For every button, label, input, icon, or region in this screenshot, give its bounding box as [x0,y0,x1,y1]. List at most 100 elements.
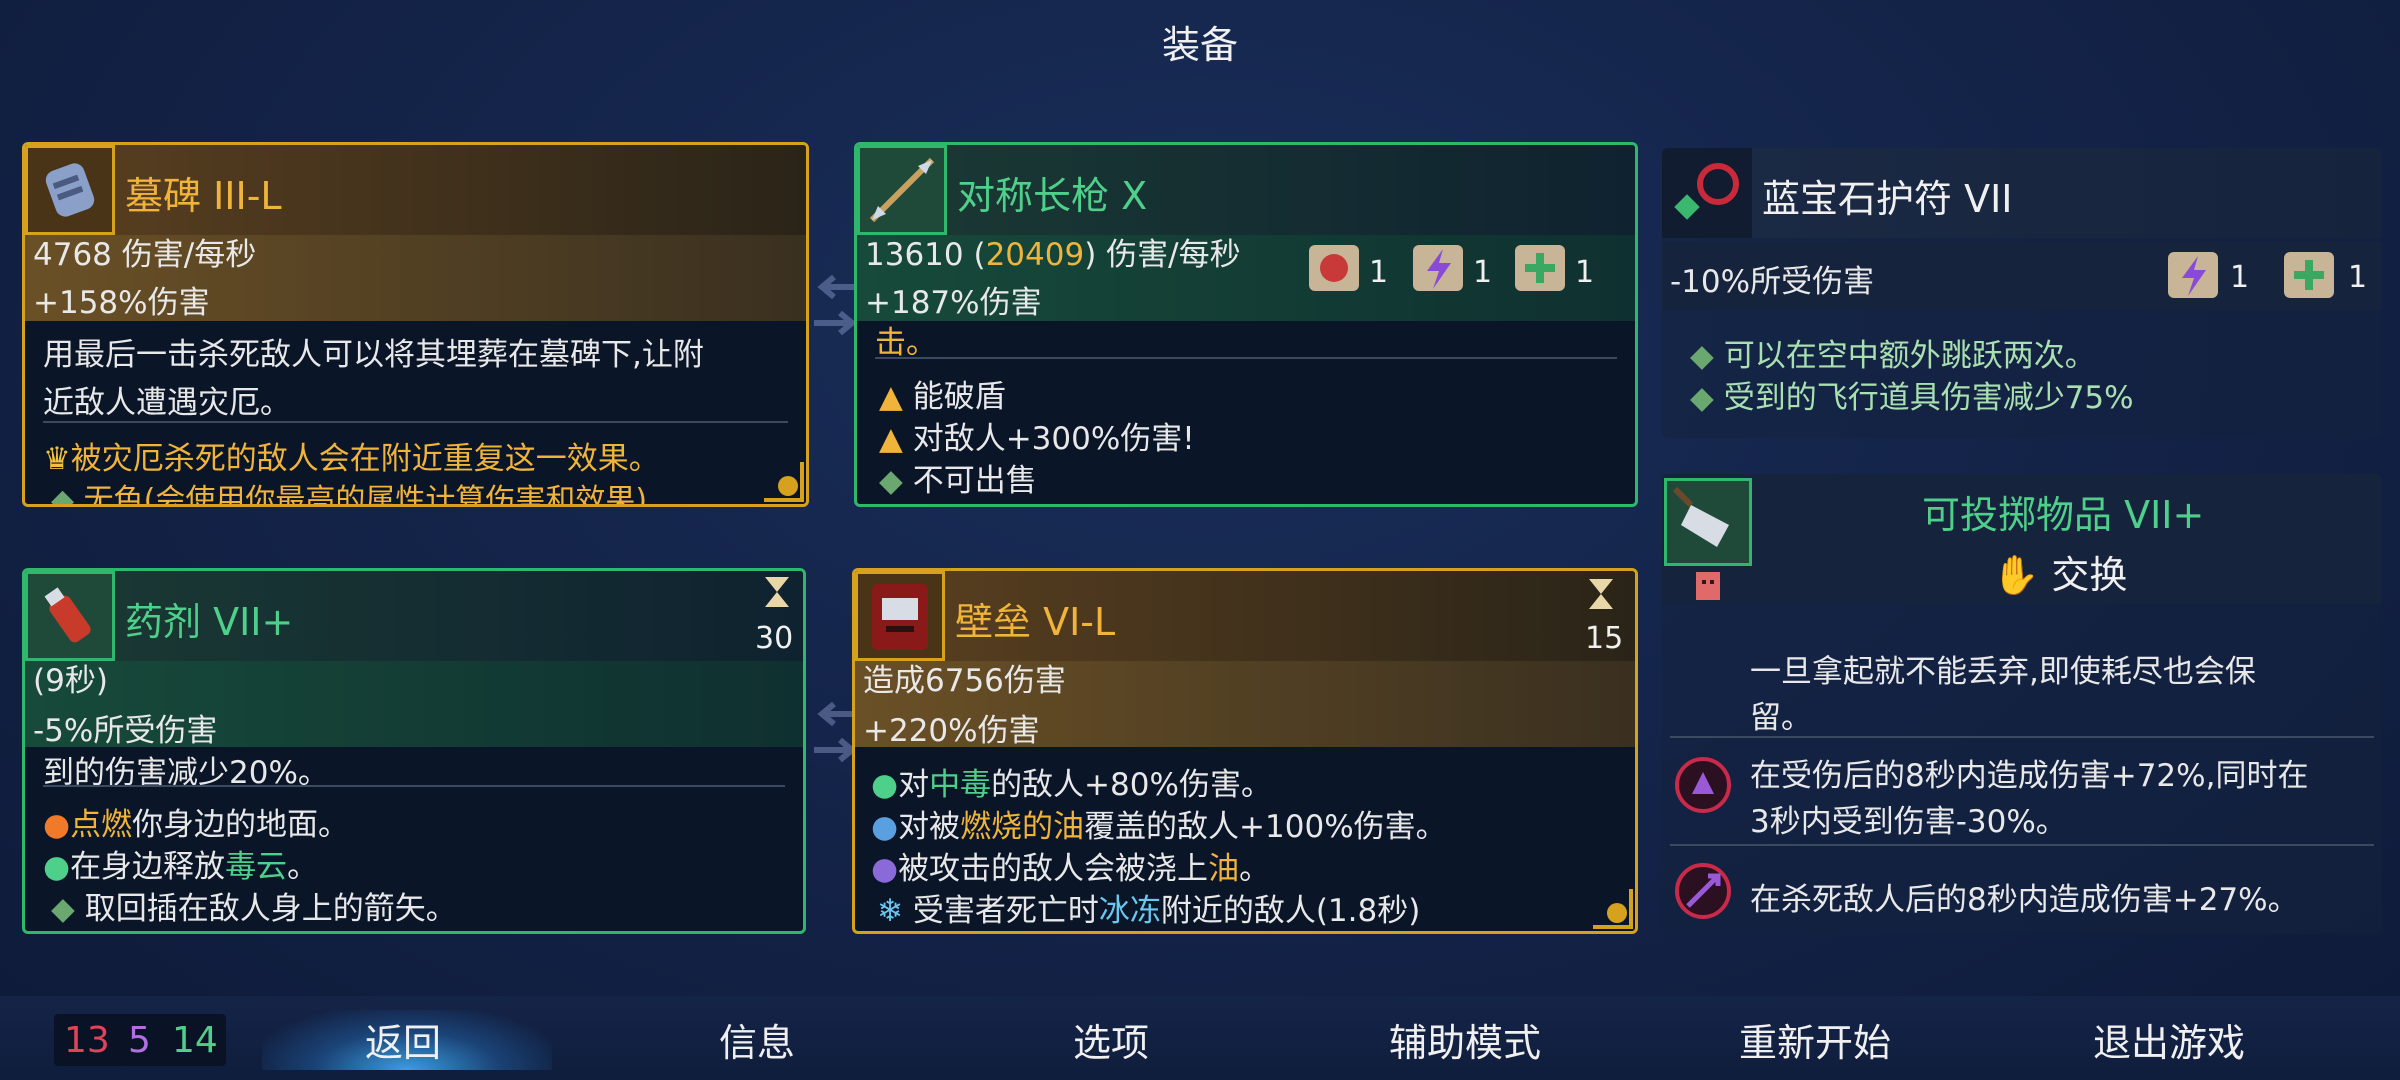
tactics-count: 5 [128,1020,151,1061]
perk-line: 3秒内受到伤害-30%。 [1750,804,2067,840]
item-card-potion[interactable]: 药剂 VII+ 30 (9秒) -5%所受伤害 到的伤害减少20%。 ●点燃你身… [22,568,806,934]
legendary-corner-icon [764,462,804,502]
perk-line: ●在身边释放毒云。 [43,849,319,885]
options-button[interactable]: 选项 [986,1012,1236,1067]
perk-line: ❄ 受害者死亡时冰冻附近的敌人(1.8秒) [877,893,1421,929]
tactics-scroll-icon [1413,245,1463,291]
info-button[interactable]: 信息 [632,1012,882,1067]
restart-button[interactable]: 重新开始 [1690,1012,1940,1067]
scroll-count: 1 [1473,255,1493,290]
oil-icon: ● [871,809,899,845]
perk-line: ▲ 能破盾 [879,379,1006,415]
snowflake-icon: ❄ [877,893,903,929]
divider [43,421,788,423]
item-name: 蓝宝石护符 VII [1762,177,2013,221]
scroll-count: 1 [1369,255,1389,290]
stat-damage: +158%伤害 [33,285,210,321]
diamond-icon: ◆ [51,483,75,507]
item-card-rampart[interactable]: 壁垒 VI-L 15 造成6756伤害 +220%伤害 ●对中毒的敌人+80%伤… [852,568,1638,934]
spear-icon [857,145,947,235]
item-name: 可投掷物品 VII+ [1922,493,2205,537]
combo-mutation-icon [1675,863,1731,919]
potion-icon [25,571,115,661]
scroll-count: 1 [2230,260,2250,295]
stat-damage: 造成6756伤害 [863,663,1066,699]
assist-mode-button[interactable]: 辅助模式 [1340,1012,1590,1067]
rampart-icon [855,571,945,661]
page-title: 装备 [1161,23,1238,67]
up-arrow-icon: ▲ [879,421,903,457]
tombstone-icon [25,145,115,235]
scroll-stats: 13 5 14 [54,1014,226,1066]
perk-line: ●对中毒的敌人+80%伤害。 [871,767,1272,803]
stat-damage-reduction: -5%所受伤害 [33,713,218,749]
divider [1670,736,2374,738]
item-name: 药剂 VII+ [125,600,294,644]
item-name: 墓碑 III-L [125,174,282,218]
item-description: 近敌人遭遇灾厄。 [43,385,291,421]
fire-icon: ● [43,807,71,843]
perk-line: ◆ 可以在空中额外跳跃两次。 [1690,338,2096,374]
scroll-count: 1 [1575,255,1595,290]
perk-line: 在杀死敌人后的8秒内造成伤害+27%。 [1750,882,2299,918]
hourglass-icon [765,577,789,607]
poison-icon: ● [43,849,71,885]
perk-line: ◆ 受到的飞行道具伤害减少75% [1690,380,2134,416]
diamond-icon: ◆ [1690,338,1714,374]
diamond-icon: ◆ [51,891,75,927]
legendary-corner-icon [1593,889,1633,929]
stat-duration: (9秒) [33,663,108,699]
survival-scroll-icon [1515,245,1565,291]
poison-icon: ● [871,767,899,803]
brutality-scroll-icon [1309,245,1359,291]
mutation-face-icon [1696,572,1720,600]
scroll-count: 1 [2348,260,2368,295]
glove-icon: ✋ [1992,553,2040,597]
item-name: 壁垒 VI-L [955,600,1116,644]
perk-line: 击。 [875,325,937,361]
divider [1670,844,2374,846]
oil-drop-icon: ● [871,851,899,887]
survival-count: 14 [172,1020,218,1061]
perk-line: 一旦拿起就不能丢弃,即使耗尽也会保 [1750,654,2256,690]
item-card-throwable[interactable]: 可投掷物品 VII+ ✋ 交换 一旦拿起就不能丢弃,即使耗尽也会保 留。 在受伤… [1662,474,2382,934]
stat-dps: 4768 伤害/每秒 [33,237,257,273]
amulet-icon [1662,148,1752,238]
cooldown-value: 15 [1585,621,1624,656]
perk-line: ◆ 不可出售 [879,463,1037,499]
perk-line: ●对被燃烧的油覆盖的敌人+100%伤害。 [871,809,1447,845]
quit-game-button[interactable]: 退出游戏 [2044,1012,2294,1067]
perk-line: ▲ 对敌人+300%伤害! [879,421,1195,457]
perk-line: ◆ 无色(会使用你最高的属性计算伤害和效果) [51,475,647,507]
perk-line: ♛被灾厄杀死的敌人会在附近重复这一效果。 [43,441,660,477]
item-card-amulet[interactable]: 蓝宝石护符 VII -10%所受伤害 ◆ 可以在空中额外跳跃两次。 ◆ 受到的飞… [1662,148,2382,438]
cleaver-icon [1664,478,1752,566]
item-name: 对称长枪 X [957,174,1148,218]
perk-line: ◆ 取回插在敌人身上的箭矢。 [51,891,457,927]
vengeance-mutation-icon [1675,757,1731,813]
stat-damage: +187%伤害 [865,285,1042,321]
survival-scroll-icon [2284,252,2334,298]
tactics-scroll-icon [2168,252,2218,298]
stat-dps: 13610 (20409) 伤害/每秒 [865,237,1241,273]
stat-damage-reduction: -10%所受伤害 [1670,264,1875,300]
item-card-tombstone[interactable]: 墓碑 III-L 4768 伤害/每秒 +158%伤害 用最后一击杀死敌人可以将… [22,142,809,507]
perk-line: ●点燃你身边的地面。 [43,807,350,843]
hourglass-icon [1589,579,1613,609]
divider [43,785,785,787]
crown-icon: ♛ [43,441,71,477]
stat-damage-bonus: +220%伤害 [863,713,1040,749]
up-arrow-icon: ▲ [879,379,903,415]
item-description: 用最后一击杀死敌人可以将其埋葬在墓碑下,让附 [43,337,704,373]
back-button[interactable]: 返回 [278,1012,528,1067]
perk-line: ●被攻击的敌人会被浇上油。 [871,851,1271,887]
item-card-spear[interactable]: 对称长枪 X 13610 (20409) 伤害/每秒 +187%伤害 击。 ▲ … [854,142,1638,507]
divider [875,357,1617,359]
brutality-count: 13 [64,1020,110,1061]
cooldown-value: 30 [755,621,794,656]
swap-button[interactable]: ✋ 交换 [1992,544,2127,599]
diamond-icon: ◆ [879,463,903,499]
diamond-icon: ◆ [1690,380,1714,416]
perk-line: 留。 [1750,700,1812,736]
perk-line: 在受伤后的8秒内造成伤害+72%,同时在 [1750,758,2309,794]
